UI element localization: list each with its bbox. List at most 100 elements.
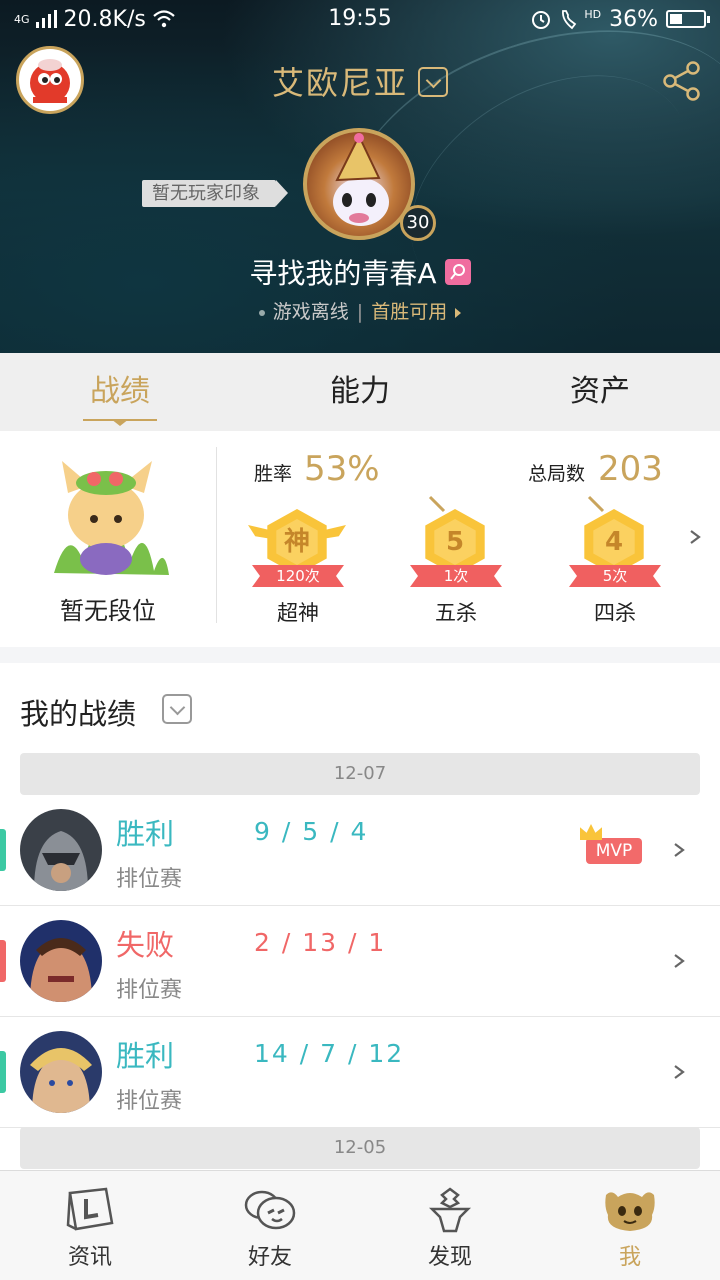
date-separator: 12-05 <box>20 1127 700 1169</box>
nav-discover[interactable]: 发现 <box>360 1171 540 1280</box>
loss-stripe <box>0 940 6 982</box>
friends-chat-icon <box>244 1190 296 1230</box>
divider <box>216 447 217 623</box>
match-mode: 排位赛 <box>116 867 183 892</box>
online-status: 游戏离线 <box>272 301 349 323</box>
nav-label: 好友 <box>247 1245 292 1270</box>
hero-avatar-icon <box>20 809 102 891</box>
triangle-right-icon <box>455 307 462 318</box>
profile-header: 4G 20.8K/s 19:55 HD 36% 艾欧尼亚 暂无玩家印象 30 寻… <box>0 0 720 353</box>
chevron-right-icon[interactable] <box>688 530 702 544</box>
nav-friends[interactable]: 好友 <box>180 1171 360 1280</box>
search-player-icon[interactable] <box>444 259 471 285</box>
hero-avatar-icon <box>20 920 102 1002</box>
match-result: 胜利 <box>116 1039 175 1073</box>
player-name: 寻找我的青春A <box>249 257 437 290</box>
wifi-icon <box>153 10 175 28</box>
player-name-row: 寻找我的青春A <box>0 252 720 292</box>
match-mode: 排位赛 <box>116 1089 183 1114</box>
match-result: 失败 <box>116 928 175 962</box>
badge-legendary[interactable]: 神 120次 超神 <box>248 505 348 645</box>
match-mode: 排位赛 <box>116 978 183 1003</box>
hd-call-icon <box>562 10 577 30</box>
win-stripe <box>0 829 6 871</box>
tab-assets[interactable]: 资产 <box>480 353 720 431</box>
active-tab-indicator <box>83 419 157 426</box>
nav-label: 发现 <box>427 1245 472 1270</box>
match-row[interactable]: 失败 2 / 13 / 1 排位赛 <box>0 906 720 1017</box>
badge-name: 四杀 <box>594 601 636 625</box>
badge-count: 5次 <box>569 565 661 587</box>
chevron-down-icon <box>418 67 448 97</box>
match-kda: 2 / 13 / 1 <box>254 928 387 957</box>
badge-count: 1次 <box>410 565 502 587</box>
alarm-icon <box>532 11 551 29</box>
profile-tabs: 战绩 能力 资产 <box>0 353 720 431</box>
battery-percent: 36% <box>609 6 658 32</box>
match-row[interactable]: 胜利 9 / 5 / 4 排位赛 MVP <box>0 795 720 906</box>
tab-label: 资产 <box>570 374 630 409</box>
nav-news[interactable]: 资讯 <box>0 1171 180 1280</box>
share-icon[interactable] <box>662 60 702 102</box>
rank-label: 暂无段位 <box>60 597 156 625</box>
level-badge: 30 <box>400 205 436 241</box>
stats-panel: 暂无段位 胜率 53% 总局数 203 神 120次 超神 5 1次 五杀 4 … <box>0 431 720 647</box>
server-name: 艾欧尼亚 <box>271 64 408 102</box>
hd-label: HD <box>584 7 602 21</box>
status-dot-icon <box>258 309 265 316</box>
online-status-row: 游戏离线 | 首胜可用 <box>0 297 720 324</box>
hero-avatar-icon <box>20 1031 102 1113</box>
network-speed: 20.8K/s <box>63 6 146 32</box>
win-stripe <box>0 1051 6 1093</box>
sword-icon <box>587 495 605 513</box>
win-rate-label: 胜率 <box>254 463 293 485</box>
match-history: 我的战绩 12-07 胜利 9 / 5 / 4 排位赛 MVP 失败 2 / 1… <box>0 663 720 1170</box>
badge-pentakill[interactable]: 5 1次 五杀 <box>406 495 506 645</box>
poro-avatar-icon <box>333 133 389 226</box>
discover-figure-icon <box>428 1187 472 1233</box>
status-bar: 4G 20.8K/s 19:55 HD 36% <box>0 0 720 38</box>
total-games-value: 203 <box>598 449 663 489</box>
signal-icon <box>35 10 57 28</box>
server-selector[interactable]: 艾欧尼亚 <box>0 58 720 104</box>
badge-name: 超神 <box>277 601 319 625</box>
win-rate-value: 53% <box>304 449 380 489</box>
chevron-right-icon <box>674 843 685 857</box>
match-row[interactable]: 胜利 14 / 7 / 12 排位赛 <box>0 1017 720 1128</box>
tab-label: 战绩 <box>90 374 150 409</box>
first-win-link[interactable]: 首胜可用 <box>371 301 447 323</box>
tab-records[interactable]: 战绩 <box>0 353 240 431</box>
me-poro-icon <box>605 1192 655 1231</box>
news-book-icon <box>66 1187 114 1231</box>
nav-label: 资讯 <box>67 1245 112 1270</box>
chevron-right-icon <box>674 954 685 968</box>
tab-ability[interactable]: 能力 <box>240 353 480 431</box>
network-label: 4G <box>14 12 30 26</box>
teemo-rank-icon <box>54 461 169 575</box>
badge-count: 120次 <box>252 565 344 587</box>
battery-icon <box>666 10 710 28</box>
player-avatar[interactable] <box>303 128 415 240</box>
player-impression-tag[interactable]: 暂无玩家印象 <box>142 180 288 207</box>
chevron-right-icon <box>674 1065 685 1079</box>
match-kda: 9 / 5 / 4 <box>254 817 369 846</box>
match-kda: 14 / 7 / 12 <box>254 1039 405 1068</box>
badge-quadrakill[interactable]: 4 5次 四杀 <box>565 495 665 645</box>
status-separator: | <box>356 301 364 323</box>
chevron-down-icon[interactable] <box>162 694 192 724</box>
mvp-badge: MVP <box>580 824 642 864</box>
match-history-title: 我的战绩 <box>20 697 137 731</box>
sword-icon <box>428 495 446 513</box>
mvp-label: MVP <box>595 841 633 861</box>
crown-icon <box>580 824 602 840</box>
match-result: 胜利 <box>116 817 175 851</box>
nav-label: 我 <box>618 1245 641 1270</box>
date-separator: 12-07 <box>20 753 700 795</box>
badge-name: 五杀 <box>435 601 477 625</box>
clock: 19:55 <box>328 6 392 31</box>
nav-me[interactable]: 我 <box>540 1171 720 1280</box>
battery-fill <box>670 14 682 24</box>
tab-label: 能力 <box>330 374 390 409</box>
bottom-navigation: 资讯 好友 发现 我 <box>0 1170 720 1280</box>
total-games-label: 总局数 <box>528 463 586 485</box>
